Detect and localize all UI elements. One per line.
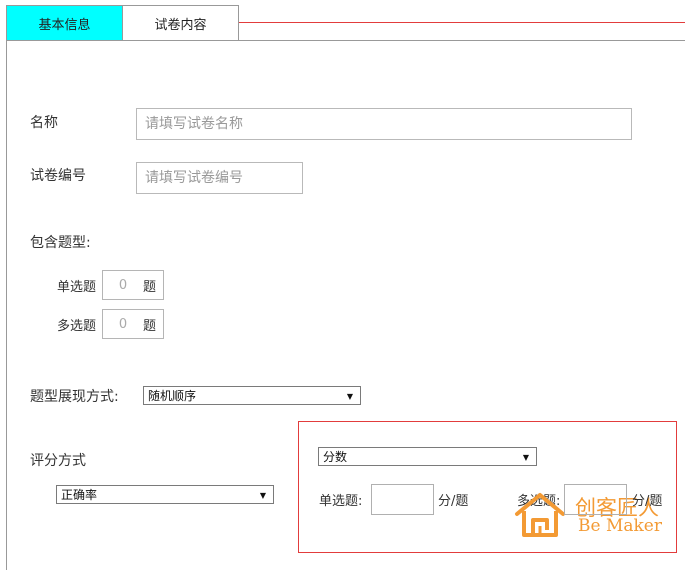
- multi-choice-count: 0: [118, 316, 128, 332]
- tab-divider-line: [239, 22, 685, 23]
- dropdown-arrow-icon: ▼: [346, 392, 353, 401]
- score-mode-value: 分数: [323, 450, 348, 464]
- tab-paper-content[interactable]: 试卷内容: [122, 5, 239, 41]
- single-choice-count: 0: [118, 277, 128, 293]
- single-score-label: 单选题:: [319, 494, 363, 509]
- single-choice-count-field[interactable]: 0 题: [102, 270, 164, 300]
- multi-choice-count-field[interactable]: 0 题: [102, 309, 164, 339]
- house-logo-icon: [515, 493, 565, 537]
- single-choice-label: 单选题: [57, 280, 97, 295]
- display-mode-label: 题型展现方式:: [30, 389, 119, 405]
- paper-name-input[interactable]: [136, 108, 632, 140]
- paper-number-input[interactable]: [136, 162, 303, 194]
- tab-basic-info[interactable]: 基本信息: [6, 5, 123, 41]
- dropdown-arrow-icon: ▼: [522, 453, 529, 462]
- scoring-label: 评分方式: [30, 453, 86, 469]
- multi-choice-label: 多选题: [57, 319, 97, 334]
- question-types-label: 包含题型:: [30, 235, 91, 251]
- scoring-method-select[interactable]: 正确率 ▼: [56, 485, 274, 504]
- multi-score-input[interactable]: [564, 484, 627, 515]
- watermark-english-text: Be Maker: [578, 516, 662, 536]
- name-label: 名称: [30, 115, 58, 131]
- dropdown-arrow-icon: ▼: [259, 491, 266, 500]
- multi-score-unit: 分/题: [632, 494, 663, 509]
- display-mode-value: 随机顺序: [148, 389, 197, 403]
- paper-number-label: 试卷编号: [30, 168, 86, 184]
- single-choice-unit: 题: [143, 279, 157, 295]
- single-score-unit: 分/题: [438, 494, 469, 509]
- display-mode-select[interactable]: 随机顺序 ▼: [143, 386, 361, 405]
- score-mode-select[interactable]: 分数 ▼: [318, 447, 537, 466]
- single-score-input[interactable]: [371, 484, 434, 515]
- multi-choice-unit: 题: [143, 318, 157, 334]
- scoring-method-value: 正确率: [61, 488, 98, 502]
